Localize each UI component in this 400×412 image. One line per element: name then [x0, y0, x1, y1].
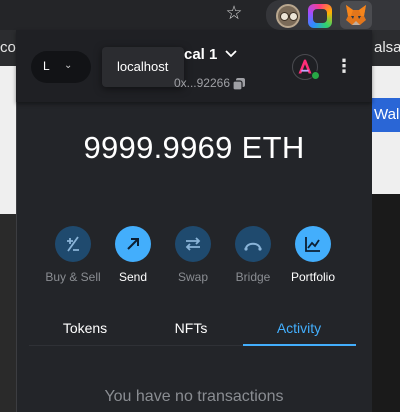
tab-tokens[interactable]: Tokens	[29, 320, 141, 336]
bridge-button[interactable]: Bridge	[223, 226, 283, 284]
page-left-panel	[0, 214, 16, 412]
buy-sell-button[interactable]: Buy & Sell	[43, 226, 103, 284]
swap-label: Swap	[177, 270, 209, 284]
empty-activity-message: You have no transactions	[104, 388, 284, 405]
color-ring-extension-icon[interactable]	[308, 4, 332, 28]
tab-nfts[interactable]: NFTs	[135, 320, 247, 336]
portfolio-label: Portfolio	[290, 270, 336, 284]
send-arrow-icon	[115, 226, 151, 262]
send-button[interactable]: Send	[103, 226, 163, 284]
network-tooltip-text: localhost	[117, 59, 169, 74]
owl-extension-icon[interactable]	[276, 4, 300, 28]
portfolio-button[interactable]: Portfolio	[283, 226, 343, 284]
tab-activity[interactable]: Activity	[243, 320, 355, 336]
kebab-menu-icon[interactable]: ⋮	[334, 54, 354, 78]
page-wallet-button[interactable]: Walle	[372, 98, 400, 132]
bookmark-right-text[interactable]: alsa	[374, 39, 400, 56]
account-address[interactable]: 0x...92266	[138, 76, 230, 92]
swap-icon	[175, 226, 211, 262]
network-avatar[interactable]: L	[43, 59, 50, 73]
buy-sell-icon	[55, 226, 91, 262]
portfolio-chart-icon	[295, 226, 331, 262]
active-tab-indicator	[243, 344, 356, 346]
connection-status-dot	[311, 71, 320, 80]
bookmark-star-icon[interactable]: ☆	[222, 3, 246, 25]
account-balance: 9999.9969 ETH	[83, 130, 305, 165]
buy-sell-label: Buy & Sell	[45, 270, 101, 284]
bridge-label: Bridge	[235, 270, 271, 284]
bookmark-left-text[interactable]: co	[0, 39, 16, 56]
network-picker[interactable]	[31, 51, 91, 83]
account-chevron-down-icon[interactable]	[223, 45, 239, 61]
send-label: Send	[118, 270, 148, 284]
page-dark-panel	[372, 194, 400, 412]
fox-extension-icon[interactable]	[344, 4, 368, 26]
account-name[interactable]: cal 1	[184, 46, 217, 63]
copy-icon[interactable]	[232, 77, 246, 91]
network-chevron-icon[interactable]: ⌄	[64, 60, 72, 71]
bridge-icon	[235, 226, 271, 262]
swap-button[interactable]: Swap	[163, 226, 223, 284]
